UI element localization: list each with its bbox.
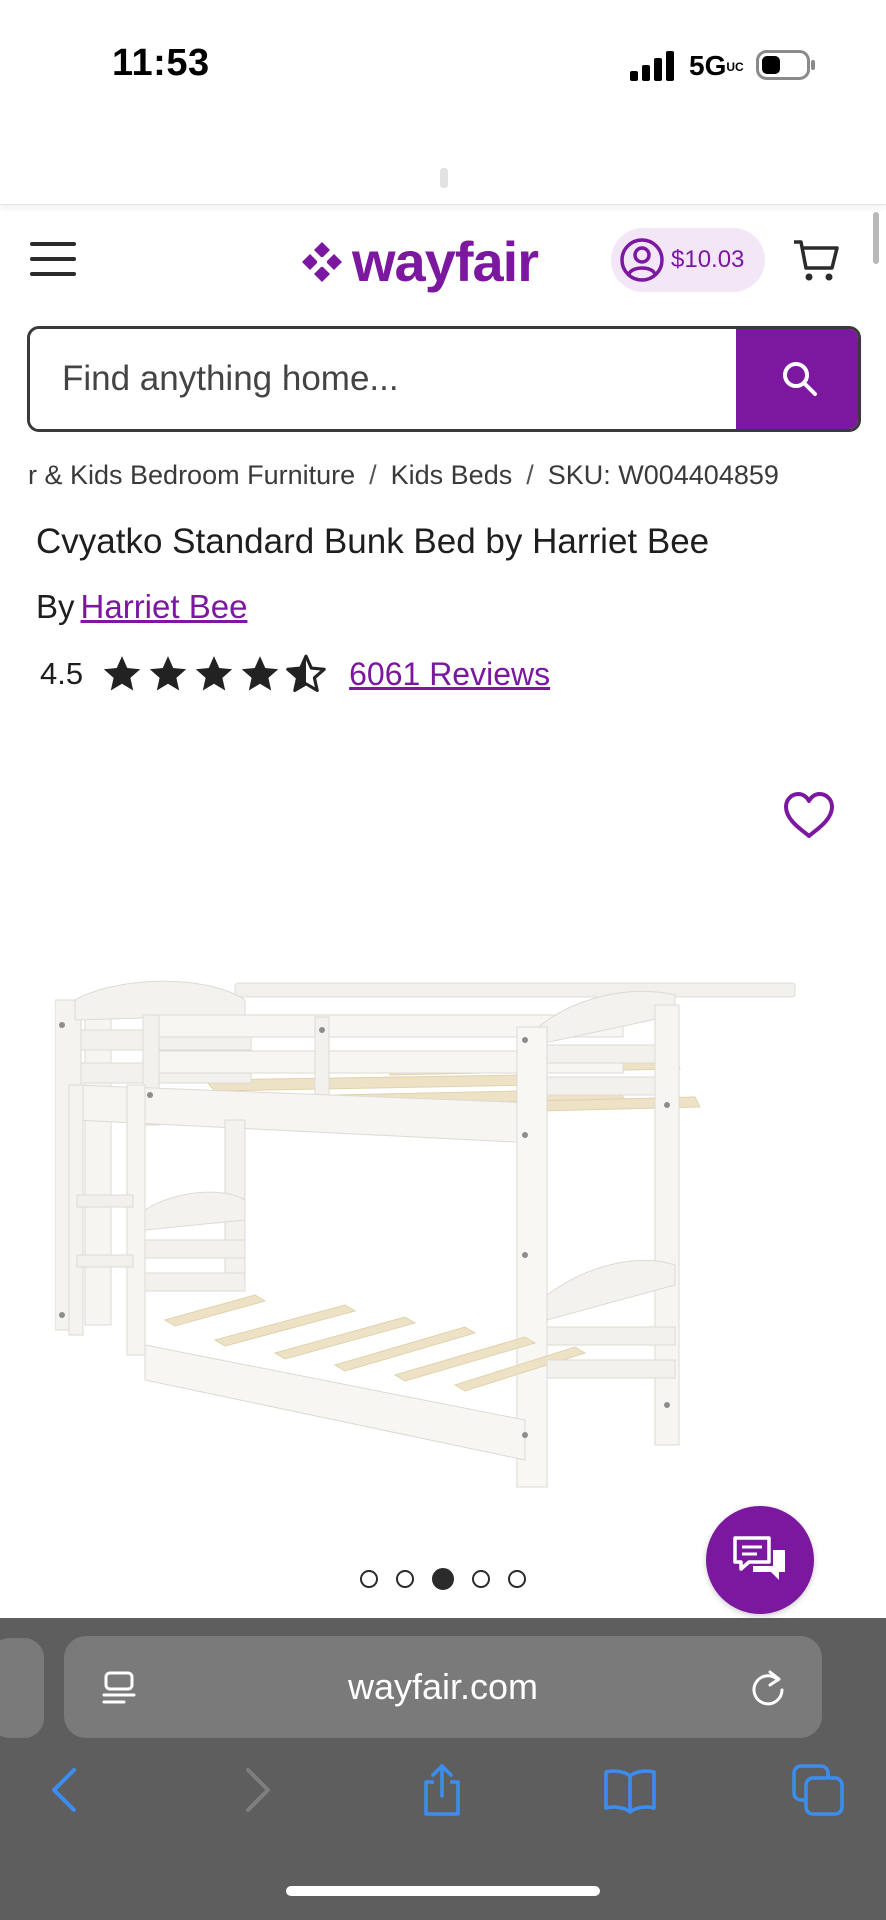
- network-type: 5GUC: [689, 50, 744, 81]
- brand-link[interactable]: Harriet Bee: [81, 588, 248, 625]
- share-icon[interactable]: [414, 1762, 470, 1818]
- reload-icon[interactable]: [748, 1666, 788, 1708]
- breadcrumb: r & Kids Bedroom Furniture / Kids Beds / SKU…: [28, 460, 886, 500]
- search-input[interactable]: [30, 329, 736, 429]
- carousel-dot[interactable]: [360, 1570, 378, 1588]
- carousel-indicator: [360, 1568, 544, 1590]
- breadcrumb-item-kids-beds[interactable]: Kids Beds: [391, 460, 513, 491]
- status-bar: 11:53 5GUC: [0, 0, 886, 205]
- wayfair-logo-icon: [302, 242, 342, 282]
- logo-text: wayfair: [352, 230, 539, 293]
- breadcrumb-item-bedroom-furniture[interactable]: r & Kids Bedroom Furniture: [28, 460, 355, 491]
- tabs-icon[interactable]: [790, 1762, 846, 1818]
- carousel-dot-active[interactable]: [432, 1568, 454, 1590]
- star-full-icon: [241, 656, 279, 691]
- breadcrumb-separator: /: [526, 460, 534, 490]
- by-prefix: By: [36, 588, 75, 625]
- network-sub: UC: [726, 60, 744, 74]
- menu-line: [30, 272, 76, 276]
- rewards-button[interactable]: $10.03: [611, 228, 765, 292]
- star-rating: [101, 653, 331, 695]
- site-header: wayfair $10.03: [0, 206, 886, 316]
- breadcrumb-separator: /: [369, 460, 377, 490]
- previous-tab-preview[interactable]: [0, 1638, 44, 1738]
- account-icon: [620, 238, 664, 282]
- reviews-link[interactable]: 6061 Reviews: [349, 656, 550, 693]
- address-bar[interactable]: wayfair.com: [64, 1636, 822, 1738]
- search-icon: [783, 362, 817, 396]
- url-text: wayfair.com: [347, 1666, 539, 1707]
- rating-value: 4.5: [40, 656, 84, 691]
- bookmarks-icon[interactable]: [602, 1762, 658, 1818]
- rating-row: 4.5 6061 Reviews: [40, 651, 550, 697]
- cart-icon[interactable]: [792, 236, 840, 284]
- menu-line: [30, 242, 76, 246]
- cellular-signal-icon: [630, 51, 674, 81]
- search-button[interactable]: [736, 329, 858, 429]
- star-full-icon: [195, 656, 233, 691]
- product-title: Cvyatko Standard Bunk Bed by Harriet Bee: [36, 522, 710, 561]
- status-time: 11:53: [112, 42, 210, 84]
- product-byline: By Harriet Bee: [36, 588, 247, 626]
- star-full-icon: [149, 656, 187, 691]
- breadcrumb-sku: SKU: W004404859: [547, 460, 779, 490]
- chat-button[interactable]: [706, 1506, 814, 1614]
- search-bar: [27, 326, 861, 432]
- menu-line: [30, 257, 76, 261]
- carousel-dot[interactable]: [396, 1570, 414, 1588]
- browser-toolbar: wayfair.com: [0, 1618, 886, 1920]
- wayfair-logo[interactable]: wayfair: [300, 230, 539, 293]
- product-image[interactable]: [55, 955, 855, 1495]
- menu-button[interactable]: [30, 242, 78, 282]
- page-handle: [440, 168, 448, 188]
- star-full-icon: [103, 656, 141, 691]
- battery-icon: [756, 50, 815, 80]
- heart-icon[interactable]: [782, 790, 836, 840]
- chat-icon: [733, 1536, 785, 1580]
- carousel-dot[interactable]: [472, 1570, 490, 1588]
- forward-icon[interactable]: [228, 1762, 284, 1818]
- carousel-dot[interactable]: [508, 1570, 526, 1588]
- back-icon[interactable]: [38, 1762, 94, 1818]
- home-indicator: [286, 1886, 600, 1896]
- star-half-icon: [286, 654, 326, 693]
- rewards-amount: $10.03: [671, 246, 745, 273]
- scrollbar[interactable]: [873, 212, 879, 264]
